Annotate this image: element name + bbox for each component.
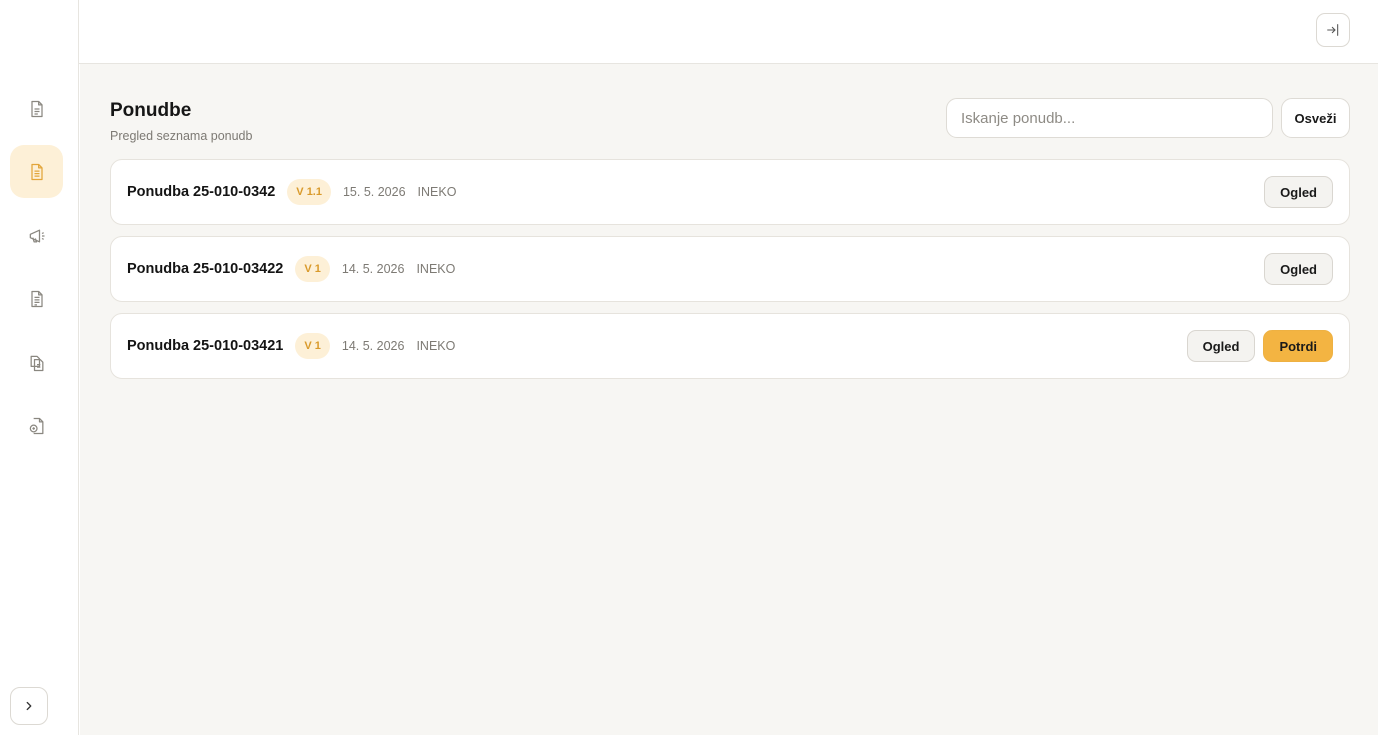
document-lines-icon [30, 163, 43, 180]
view-button[interactable]: Ogled [1186, 330, 1256, 362]
offer-date: 14. 5. 2026 [341, 262, 405, 276]
version-badge: V 1.1 [287, 179, 331, 205]
offer-info: Ponudba 25-010-0342 V 1.1 15. 5. 2026 IN… [127, 160, 456, 224]
offer-info: Ponudba 25-010-03421 V 1 14. 5. 2026 INE… [127, 314, 455, 378]
page-subtitle: Pregled seznama ponudb [110, 129, 253, 143]
document-icon [30, 100, 43, 117]
offer-info: Ponudba 25-010-03422 V 1 14. 5. 2026 INE… [127, 237, 455, 301]
refresh-button[interactable]: Osveži [1281, 98, 1350, 138]
offer-company: INEKO [416, 339, 456, 353]
logout-button[interactable] [1316, 13, 1350, 47]
offer-actions: Ogled Potrdi [1186, 330, 1333, 362]
offer-title: Ponudba 25-010-03422 [127, 261, 284, 277]
offer-card: Ponudba 25-010-03421 V 1 14. 5. 2026 INE… [110, 313, 1350, 379]
offer-actions: Ogled [1264, 176, 1333, 208]
sidebar-item-reports[interactable] [10, 272, 63, 325]
file-sync-icon [29, 417, 43, 434]
sidebar-item-offers[interactable] [10, 145, 63, 198]
app-root: Ponudbe Pregled seznama ponudb Osveži Po… [0, 0, 1378, 735]
sidebar-item-sync[interactable] [10, 399, 63, 452]
version-badge: V 1 [295, 256, 330, 282]
offer-date: 14. 5. 2026 [341, 339, 405, 353]
search-input[interactable] [946, 98, 1273, 138]
offer-company: INEKO [417, 185, 457, 199]
offer-date: 15. 5. 2026 [342, 185, 406, 199]
chevron-right-icon [26, 701, 32, 711]
sidebar-item-documents[interactable] [10, 82, 63, 135]
confirm-button[interactable]: Potrdi [1263, 330, 1333, 362]
sign-out-icon [1327, 24, 1339, 36]
offer-card: Ponudba 25-010-0342 V 1.1 15. 5. 2026 IN… [110, 159, 1350, 225]
file-text-icon [30, 290, 43, 307]
offer-card: Ponudba 25-010-03422 V 1 14. 5. 2026 INE… [110, 236, 1350, 302]
topbar [79, 0, 1378, 64]
main-content: Ponudbe Pregled seznama ponudb Osveži Po… [80, 64, 1378, 735]
offer-company: INEKO [416, 262, 456, 276]
version-badge: V 1 [295, 333, 330, 359]
offer-title: Ponudba 25-010-03421 [127, 338, 284, 354]
view-button[interactable]: Ogled [1264, 176, 1333, 208]
sidebar-item-campaigns[interactable] [10, 209, 63, 262]
view-button[interactable]: Ogled [1264, 253, 1333, 285]
page-title: Ponudbe [110, 100, 192, 121]
megaphone-icon [29, 229, 44, 242]
sidebar-expand-button[interactable] [10, 687, 48, 725]
sidebar-item-archive[interactable] [10, 336, 63, 389]
offer-actions: Ogled [1264, 253, 1333, 285]
offer-title: Ponudba 25-010-0342 [127, 184, 276, 200]
files-stack-icon [30, 355, 43, 371]
sidebar [0, 0, 79, 735]
